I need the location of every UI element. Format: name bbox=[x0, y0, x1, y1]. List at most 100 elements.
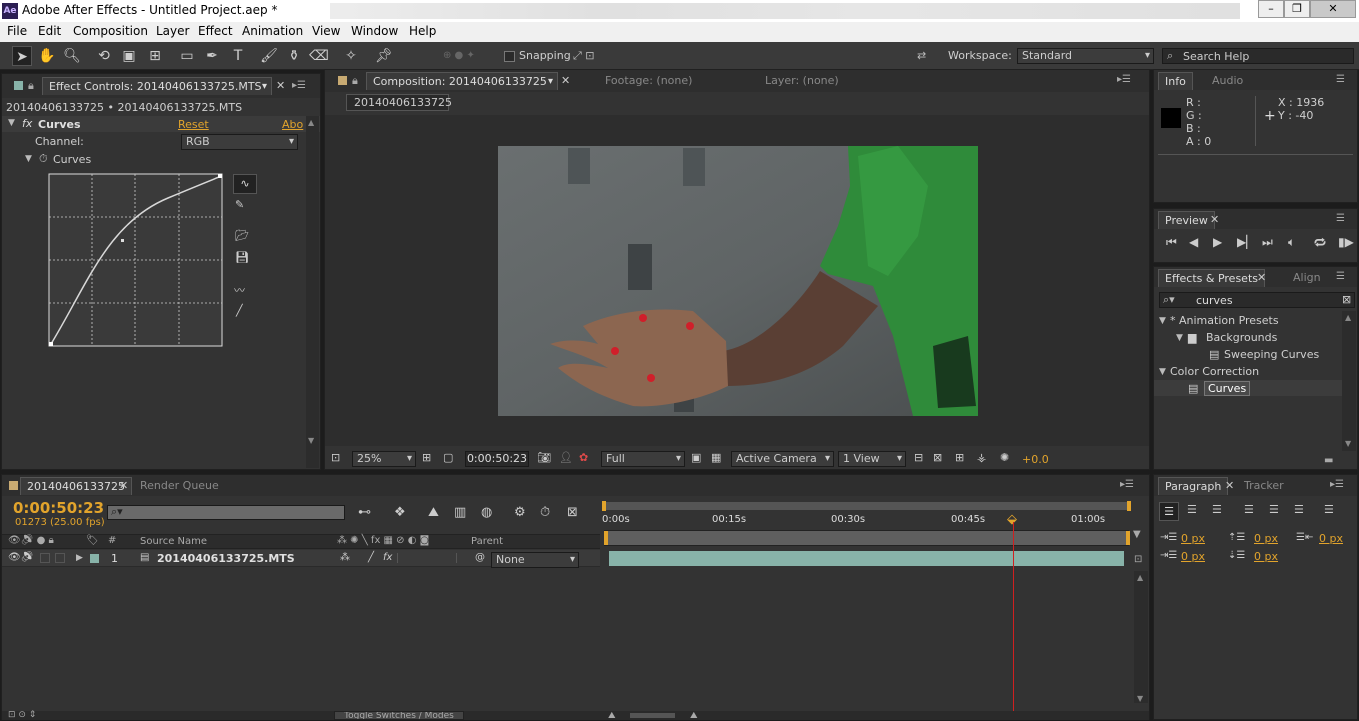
rectangle-tool-icon[interactable]: ▭ bbox=[177, 46, 197, 66]
stopwatch-icon[interactable]: ⏱ bbox=[39, 152, 48, 166]
tab-layer[interactable]: Layer: (none) bbox=[759, 72, 889, 90]
effects-search-box[interactable]: ⌕▾ curves ⊠ bbox=[1159, 292, 1355, 308]
brainstorm-icon[interactable]: ⚙ bbox=[514, 505, 526, 520]
clone-stamp-tool-icon[interactable]: ⚱ bbox=[284, 46, 304, 66]
reset-link[interactable]: Reset bbox=[178, 118, 209, 131]
shy-switch-icon[interactable]: ⁂ bbox=[340, 552, 350, 563]
layer-name[interactable]: 20140406133725.MTS bbox=[157, 552, 295, 565]
flowchart-icon[interactable]: ⚶ bbox=[977, 451, 986, 464]
tab-effect-controls[interactable]: Effect Controls: 20140406133725.MTS ▾ bbox=[42, 77, 272, 95]
last-frame-icon[interactable]: ⏭ bbox=[1262, 235, 1273, 250]
pen-tool-icon[interactable]: ✒ bbox=[202, 46, 222, 66]
pixel-aspect-icon[interactable]: ⊟ bbox=[914, 451, 923, 464]
lock-icon[interactable]: 🔒︎ bbox=[28, 79, 34, 93]
roto-brush-tool-icon[interactable]: ✧ bbox=[341, 46, 361, 66]
tab-preview[interactable]: Preview bbox=[1158, 211, 1215, 229]
scroll-down-icon[interactable]: ▼ bbox=[308, 436, 314, 445]
timeline-timecode[interactable]: 0:00:50:23 bbox=[13, 499, 104, 517]
always-preview-icon[interactable]: ⊡ bbox=[331, 451, 340, 464]
transparency-grid-icon[interactable]: ▦ bbox=[711, 451, 721, 464]
view-layout-dropdown[interactable]: 1 View bbox=[838, 451, 906, 467]
camera-tool-icon[interactable]: ▣ bbox=[119, 46, 139, 66]
tab-align[interactable]: Align bbox=[1287, 269, 1327, 287]
type-tool-icon[interactable]: T bbox=[228, 46, 248, 66]
snap-options-icon[interactable]: ⤢ ⊡ bbox=[573, 49, 595, 63]
puppet-pin-tool-icon[interactable]: 📌︎ bbox=[374, 46, 394, 66]
menu-window[interactable]: Window bbox=[351, 24, 398, 38]
solo-checkbox[interactable] bbox=[40, 553, 50, 563]
panel-menu-icon[interactable]: ▸☰ bbox=[1330, 479, 1344, 490]
menu-effect[interactable]: Effect bbox=[198, 24, 233, 38]
expand-triangle-icon[interactable]: ▼ bbox=[25, 154, 32, 164]
first-line-indent-value[interactable]: 0 px bbox=[1181, 550, 1205, 563]
layer-label-swatch[interactable] bbox=[90, 554, 99, 563]
eraser-tool-icon[interactable]: ⌫ bbox=[309, 46, 329, 66]
menu-edit[interactable]: Edit bbox=[38, 24, 61, 38]
tree-animation-presets[interactable]: * Animation Presets bbox=[1170, 314, 1279, 327]
motion-blur-icon[interactable]: ◍ bbox=[481, 505, 492, 520]
brush-tool-icon[interactable]: 🖌︎ bbox=[259, 46, 279, 66]
timeline-search-input[interactable]: ⌕▾ bbox=[107, 505, 345, 520]
selection-tool-icon[interactable]: ➤ bbox=[12, 46, 32, 66]
menu-file[interactable]: File bbox=[7, 24, 27, 38]
menu-animation[interactable]: Animation bbox=[242, 24, 303, 38]
justify-all-icon[interactable]: ☰ bbox=[1324, 503, 1334, 516]
expand-triangle-icon[interactable]: ▼ bbox=[1159, 367, 1166, 377]
close-icon[interactable]: ✕ bbox=[561, 74, 570, 87]
open-curve-icon[interactable]: 📂︎ bbox=[235, 229, 249, 242]
effect-controls-scrollbar[interactable] bbox=[306, 116, 319, 468]
rotate-tool-icon[interactable]: ⟲ bbox=[94, 46, 114, 66]
fx-icon[interactable]: fx bbox=[22, 117, 32, 130]
align-right-icon[interactable]: ☰ bbox=[1212, 503, 1222, 516]
zoom-tool-icon[interactable]: 🔍︎ bbox=[62, 46, 82, 66]
time-navigator-bar[interactable] bbox=[604, 530, 1129, 546]
tree-backgrounds[interactable]: Backgrounds bbox=[1206, 331, 1277, 344]
curve-tool-icon[interactable]: ∿ bbox=[233, 174, 257, 194]
tree-curves[interactable]: Curves bbox=[1204, 381, 1251, 396]
workspace-dropdown[interactable]: Standard bbox=[1017, 48, 1154, 64]
audio-icon[interactable]: 🔈︎ bbox=[1288, 235, 1295, 250]
footer-toggle-icons[interactable]: ⊡ ⊙ ⇕ bbox=[8, 710, 36, 720]
about-link[interactable]: Abo bbox=[282, 118, 303, 131]
lock-checkbox[interactable] bbox=[55, 553, 65, 563]
pick-whip-icon[interactable]: @ bbox=[475, 552, 485, 563]
scroll-up-icon[interactable]: ▲ bbox=[1345, 313, 1351, 322]
tab-tracker[interactable]: Tracker bbox=[1238, 477, 1290, 495]
pencil-tool-icon[interactable]: ✎ bbox=[235, 198, 244, 211]
work-area-bar[interactable] bbox=[605, 502, 1130, 510]
previous-frame-icon[interactable]: ◀ bbox=[1189, 235, 1198, 249]
indent-left-value[interactable]: 0 px bbox=[1181, 532, 1205, 545]
tab-paragraph[interactable]: Paragraph bbox=[1158, 477, 1229, 495]
expand-triangle-icon[interactable]: ▼ bbox=[1176, 333, 1183, 343]
current-time-display[interactable]: 0:00:50:23 bbox=[465, 451, 529, 467]
tab-render-queue[interactable]: Render Queue bbox=[134, 477, 225, 495]
work-area-end-handle[interactable] bbox=[1127, 501, 1131, 511]
expand-triangle-icon[interactable]: ▼ bbox=[1159, 316, 1166, 326]
close-icon[interactable]: ✕ bbox=[1225, 479, 1234, 492]
justify-left-icon[interactable]: ☰ bbox=[1244, 503, 1254, 516]
fast-previews-icon[interactable]: ▣ bbox=[691, 451, 701, 464]
navigator-start-handle[interactable] bbox=[604, 531, 608, 545]
scroll-down-icon[interactable]: ▼ bbox=[1345, 439, 1351, 448]
zoom-slider[interactable] bbox=[630, 713, 675, 718]
menu-help[interactable]: Help bbox=[409, 24, 436, 38]
smooth-curve-icon[interactable]: 〰 bbox=[234, 282, 245, 298]
menu-layer[interactable]: Layer bbox=[156, 24, 189, 38]
curves-graph[interactable] bbox=[48, 173, 224, 348]
justify-right-icon[interactable]: ☰ bbox=[1294, 503, 1304, 516]
comp-name-tab[interactable]: 20140406133725 bbox=[346, 94, 452, 111]
shy-layers-icon[interactable]: ⛰ bbox=[428, 505, 439, 520]
indent-right-value[interactable]: 0 px bbox=[1319, 532, 1343, 545]
video-frame[interactable] bbox=[498, 146, 978, 416]
panel-menu-icon[interactable]: ▸☰ bbox=[1117, 74, 1131, 85]
justify-center-icon[interactable]: ☰ bbox=[1269, 503, 1279, 516]
timeline-icon[interactable]: ⊞ bbox=[955, 451, 964, 464]
comp-button-icon[interactable]: ⊡ bbox=[1134, 554, 1142, 565]
align-left-icon[interactable]: ☰ bbox=[1159, 502, 1179, 521]
comp-marker-bin-icon[interactable]: ▼ bbox=[1133, 529, 1141, 540]
first-frame-icon[interactable]: ⏮ bbox=[1166, 235, 1177, 250]
expand-triangle-icon[interactable]: ▼ bbox=[8, 118, 15, 128]
chevron-down-icon[interactable]: ▾ bbox=[262, 78, 267, 96]
auto-keyframe-icon[interactable]: ⏱ bbox=[540, 505, 550, 520]
panel-menu-icon[interactable]: ▸☰ bbox=[292, 80, 306, 91]
